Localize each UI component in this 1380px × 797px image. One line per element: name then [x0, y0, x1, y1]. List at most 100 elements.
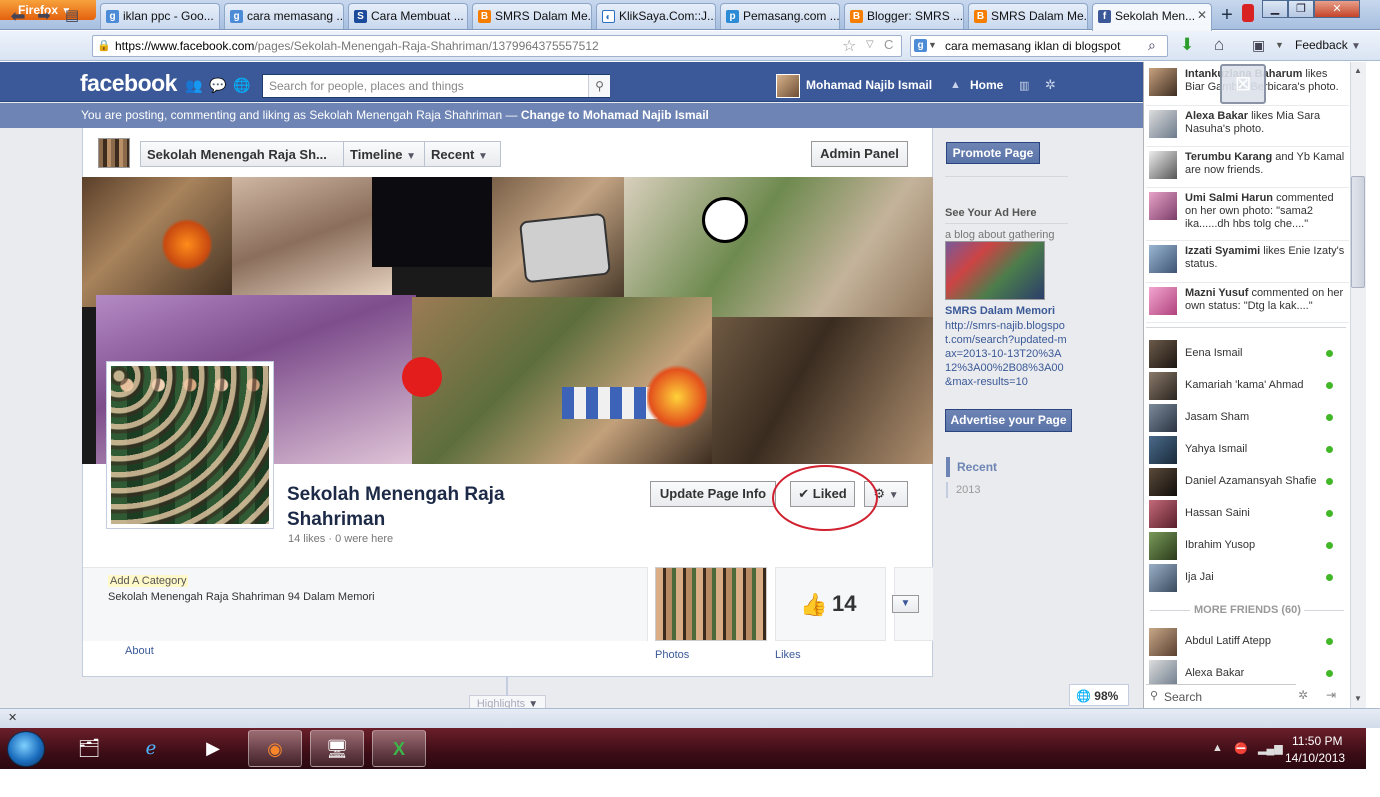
back-arrow-icon[interactable]: ⬅ [8, 6, 28, 26]
page-scrollbar[interactable] [1350, 62, 1366, 708]
download-arrow-icon[interactable]: ⬇ [1180, 35, 1194, 55]
likes-box[interactable] [775, 567, 886, 641]
ticker-item[interactable]: Umi Salmi Harun commented on her own pho… [1146, 188, 1349, 241]
bookmark-star-icon[interactable]: ☆ [842, 36, 856, 56]
browser-tab[interactable]: p Pemasang.com ... [720, 3, 840, 29]
new-tab-button[interactable]: + [1213, 4, 1241, 28]
addon-icon[interactable] [1242, 4, 1254, 22]
notifications-globe-icon[interactable]: 🌐 [233, 77, 250, 94]
chevron-down-icon[interactable]: ▽ [866, 39, 874, 50]
chat-friend[interactable]: Alexa Bakar [1146, 658, 1346, 684]
maximize-window-button[interactable]: ❐ [1288, 0, 1314, 18]
forward-arrow-icon[interactable]: ➡ [34, 6, 54, 25]
clock-time[interactable]: 11:50 PM [1292, 734, 1342, 748]
chat-friend[interactable]: Eena Ismail [1146, 338, 1346, 370]
browser-tab[interactable]: g cara memasang ... [224, 3, 344, 29]
excel-taskbar-icon[interactable]: X [372, 730, 426, 767]
timeline-year-link[interactable]: 2013 [956, 484, 980, 496]
browser-tab[interactable]: B SMRS Dalam Me... [968, 3, 1088, 29]
update-page-info-button[interactable]: Update Page Info [650, 481, 776, 507]
close-window-button[interactable]: ✕ [1314, 0, 1360, 18]
chat-search-input[interactable]: Search [1146, 684, 1296, 708]
chat-friend[interactable]: Ija Jai [1146, 562, 1346, 594]
chat-friend[interactable]: Ibrahim Yusop [1146, 530, 1346, 562]
ticker-name[interactable]: Umi Salmi Harun [1185, 192, 1273, 204]
close-tab-icon[interactable]: ✕ [1197, 8, 1207, 22]
chat-friend[interactable]: Daniel Azamansyah Shafie [1146, 466, 1346, 498]
browser-tab-active[interactable]: f Sekolah Men... ✕ [1092, 3, 1212, 31]
chat-friend[interactable]: Hassan Saini [1146, 498, 1346, 530]
page-thumbnail[interactable] [98, 138, 130, 168]
likes-link[interactable]: Likes [775, 649, 801, 661]
profile-picture[interactable] [106, 361, 274, 529]
add-category-link[interactable]: Add A Category [108, 575, 189, 587]
user-avatar[interactable] [776, 74, 800, 98]
scrollbar-thumb[interactable] [1351, 176, 1365, 288]
chat-friend[interactable]: Abdul Latiff Atepp [1146, 626, 1346, 658]
messages-icon[interactable]: 💬 [209, 77, 226, 94]
chat-friend[interactable]: Kamariah 'kama' Ahmad [1146, 370, 1346, 402]
clock-date[interactable]: 14/10/2013 [1285, 751, 1345, 765]
show-hidden-icons-icon[interactable]: ▲ [1212, 742, 1223, 754]
firefox-taskbar-icon[interactable]: ◉ [248, 730, 302, 767]
timeline-dropdown[interactable]: Timeline ▼ [343, 141, 425, 167]
browser-tab[interactable]: ◐ KlikSaya.Com::J... [596, 3, 716, 29]
privacy-shortcuts-icon[interactable]: ▥ [1019, 79, 1029, 92]
browser-tab[interactable]: B Blogger: SMRS ... [844, 3, 964, 29]
feedback-button[interactable]: Feedback ▼ [1295, 38, 1361, 52]
photos-thumbnail[interactable] [655, 567, 767, 641]
start-button[interactable] [7, 731, 45, 767]
popout-icon[interactable]: ⇥ [1326, 688, 1336, 702]
browser-tab[interactable]: B SMRS Dalam Me... [472, 3, 592, 29]
image-overlay-icon[interactable]: ⊠ [1220, 64, 1266, 104]
search-icon[interactable]: ⚲ [588, 75, 610, 97]
internet-explorer-taskbar-icon[interactable]: ℯ [124, 730, 178, 767]
network-alert-icon[interactable]: ⛔ [1234, 742, 1248, 755]
admin-panel-button[interactable]: Admin Panel [811, 141, 908, 167]
media-player-taskbar-icon[interactable]: ▶ [186, 730, 240, 767]
browser-search-input[interactable]: cara memasang iklan di blogspot [910, 35, 1168, 57]
browser-tab[interactable]: g iklan ppc - Goo... [100, 3, 220, 29]
advertise-page-button[interactable]: Advertise your Page [945, 409, 1072, 432]
ticker-name[interactable]: Izzati Syamimi [1185, 245, 1260, 257]
chat-friend[interactable]: Jasam Sham [1146, 402, 1346, 434]
recent-dropdown[interactable]: Recent ▼ [424, 141, 501, 167]
ticker-name[interactable]: Alexa Bakar [1185, 110, 1248, 122]
ad-title-link[interactable]: SMRS Dalam Memori [945, 305, 1055, 317]
more-apps-dropdown[interactable]: ▼ [892, 595, 919, 613]
ad-image[interactable] [945, 241, 1045, 300]
search-icon[interactable]: ⌕ [1148, 37, 1156, 54]
chevron-down-icon[interactable]: ▼ [928, 40, 937, 50]
promote-page-button[interactable]: Promote Page [946, 142, 1040, 164]
url-bar[interactable]: https://www.facebook.com/pages/Sekolah-M… [92, 35, 902, 57]
fb-search-input[interactable]: Search for people, places and things [262, 74, 610, 98]
home-link[interactable]: Home [970, 78, 1003, 92]
browser-tab[interactable]: S Cara Membuat ... [348, 3, 468, 29]
chat-friend[interactable]: Yahya Ismail [1146, 434, 1346, 466]
scroll-up-icon[interactable]: ▲ [1354, 66, 1362, 75]
remote-desktop-taskbar-icon[interactable]: 🖥 [310, 730, 364, 767]
ticker-name[interactable]: Terumbu Karang [1185, 151, 1272, 163]
bookmarks-icon[interactable]: ▣ [1252, 37, 1265, 54]
scroll-down-icon[interactable]: ▼ [1354, 694, 1362, 703]
facebook-logo[interactable]: facebook [80, 70, 177, 97]
ad-url-link[interactable]: http://smrs-najib.blogspot.com/search?up… [945, 319, 1067, 389]
home-icon[interactable]: ⌂ [1214, 35, 1224, 55]
ticker-item[interactable]: Mazni Yusuf commented on her own status:… [1146, 283, 1349, 323]
close-icon[interactable]: ✕ [8, 711, 17, 724]
chevron-down-icon[interactable]: ▼ [1275, 40, 1284, 50]
page-name-dropdown[interactable]: Sekolah Menengah Raja Sh... [140, 141, 344, 167]
ticker-item[interactable]: Alexa Bakar likes Mia Sara Nasuha's phot… [1146, 106, 1349, 147]
user-name-link[interactable]: Mohamad Najib Ismail [806, 78, 932, 92]
gear-icon[interactable]: ✲ [1298, 688, 1308, 702]
ticker-item[interactable]: Izzati Syamimi likes Enie Izaty's status… [1146, 241, 1349, 283]
timeline-recent-link[interactable]: Recent [957, 460, 997, 474]
photos-link[interactable]: Photos [655, 649, 689, 661]
minimize-window-button[interactable]: ▁ [1262, 0, 1288, 18]
switch-identity-link[interactable]: Change to Mohamad Najib Ismail [521, 108, 709, 122]
ticker-item[interactable]: Terumbu Karang and Yb Kamal are now frie… [1146, 147, 1349, 188]
grid-icon[interactable]: ▤ [62, 6, 82, 24]
zoom-indicator[interactable]: 🌐 98% [1069, 684, 1129, 706]
signal-strength-icon[interactable]: ▂▄▆ [1258, 742, 1283, 755]
friend-requests-icon[interactable]: 👥 [185, 77, 202, 94]
